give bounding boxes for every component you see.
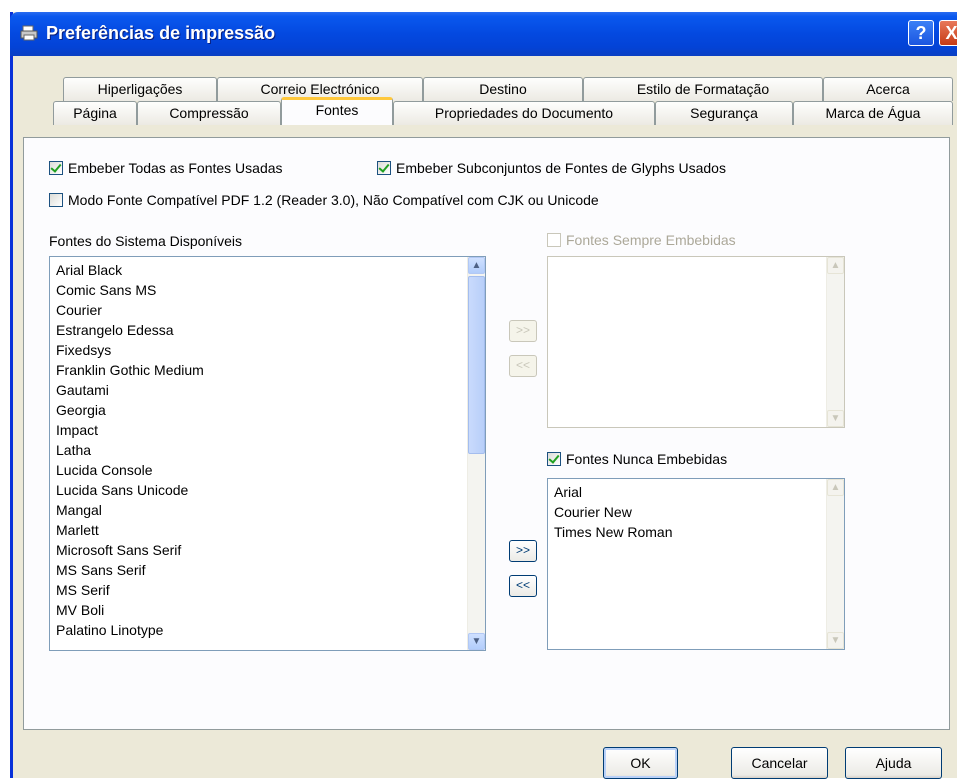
list-item[interactable]: Lucida Console bbox=[50, 460, 485, 480]
tab-marca-agua[interactable]: Marca de Água bbox=[793, 101, 953, 125]
list-item[interactable]: Latha bbox=[50, 440, 485, 460]
always-embedded-scrollbar[interactable]: ▲ ▼ bbox=[826, 257, 844, 427]
embed-all-checkbox[interactable] bbox=[49, 161, 63, 175]
list-item[interactable]: Fixedsys bbox=[50, 340, 485, 360]
list-item[interactable]: Microsoft Sans Serif bbox=[50, 540, 485, 560]
help-title-button[interactable]: ? bbox=[908, 20, 934, 46]
list-item[interactable]: Palatino Linotype bbox=[50, 620, 485, 640]
scroll-up-arrow-icon[interactable]: ▲ bbox=[827, 257, 844, 274]
list-item[interactable]: Times New Roman bbox=[548, 522, 844, 542]
tab-estilo-formatacao[interactable]: Estilo de Formatação bbox=[583, 77, 823, 101]
list-item[interactable]: Franklin Gothic Medium bbox=[50, 360, 485, 380]
embed-subsets-label: Embeber Subconjuntos de Fontes de Glyphs… bbox=[396, 160, 726, 176]
tab-seguranca[interactable]: Segurança bbox=[655, 101, 793, 125]
remove-always-embed-button[interactable]: << bbox=[509, 355, 537, 377]
always-embedded-checkbox[interactable] bbox=[547, 233, 561, 247]
ok-button[interactable]: OK bbox=[603, 747, 678, 779]
remove-never-embed-button[interactable]: << bbox=[509, 575, 537, 597]
tab-compressao[interactable]: Compressão bbox=[137, 101, 281, 125]
tab-strip: Hiperligações Correio Electrónico Destin… bbox=[13, 56, 957, 146]
embed-subsets-option[interactable]: Embeber Subconjuntos de Fontes de Glyphs… bbox=[377, 160, 726, 176]
never-embedded-option[interactable]: Fontes Nunca Embebidas bbox=[547, 451, 727, 467]
never-embedded-label: Fontes Nunca Embebidas bbox=[566, 451, 728, 467]
pdf12-mode-checkbox[interactable] bbox=[49, 193, 63, 207]
list-item[interactable]: Estrangelo Edessa bbox=[50, 320, 485, 340]
list-item[interactable]: Gautami bbox=[50, 380, 485, 400]
never-embedded-items: Arial Courier New Times New Roman bbox=[548, 479, 844, 542]
always-embedded-label: Fontes Sempre Embebidas bbox=[566, 232, 736, 248]
never-embedded-checkbox[interactable] bbox=[547, 452, 561, 466]
embed-all-label: Embeber Todas as Fontes Usadas bbox=[68, 160, 283, 176]
scroll-down-arrow-icon[interactable]: ▼ bbox=[827, 632, 844, 649]
embed-subsets-checkbox[interactable] bbox=[377, 161, 391, 175]
tab-destino[interactable]: Destino bbox=[423, 77, 583, 101]
title-bar[interactable]: Preferências de impressão ? X bbox=[10, 12, 957, 56]
help-button[interactable]: Ajuda bbox=[845, 747, 942, 779]
list-item[interactable]: Georgia bbox=[50, 400, 485, 420]
fontes-panel: Embeber Todas as Fontes Usadas Embeber S… bbox=[23, 137, 950, 730]
scroll-thumb[interactable] bbox=[468, 276, 485, 454]
available-fonts-list[interactable]: Arial Black Comic Sans MS Courier Estran… bbox=[49, 256, 486, 651]
print-preferences-window: Preferências de impressão ? X Hiperligaç… bbox=[10, 12, 957, 779]
add-always-embed-button[interactable]: >> bbox=[509, 320, 537, 342]
scroll-up-arrow-icon[interactable]: ▲ bbox=[827, 479, 844, 496]
window-title: Preferências de impressão bbox=[46, 23, 276, 43]
available-fonts-items: Arial Black Comic Sans MS Courier Estran… bbox=[50, 257, 485, 640]
embed-all-option[interactable]: Embeber Todas as Fontes Usadas bbox=[49, 160, 283, 176]
available-fonts-label: Fontes do Sistema Disponíveis bbox=[49, 233, 242, 249]
close-button[interactable]: X bbox=[939, 20, 957, 46]
never-embedded-list[interactable]: Arial Courier New Times New Roman ▲ ▼ bbox=[547, 478, 845, 650]
list-item[interactable]: Impact bbox=[50, 420, 485, 440]
scroll-down-arrow-icon[interactable]: ▼ bbox=[468, 633, 485, 650]
list-item[interactable]: MV Boli bbox=[50, 600, 485, 620]
list-item[interactable]: MS Serif bbox=[50, 580, 485, 600]
list-item[interactable]: Courier New bbox=[548, 502, 844, 522]
list-item[interactable]: MS Sans Serif bbox=[50, 560, 485, 580]
always-embedded-list[interactable]: ▲ ▼ bbox=[547, 256, 845, 428]
list-item[interactable]: Marlett bbox=[50, 520, 485, 540]
list-item[interactable]: Lucida Sans Unicode bbox=[50, 480, 485, 500]
tab-propriedades-documento[interactable]: Propriedades do Documento bbox=[393, 101, 655, 125]
tab-pagina[interactable]: Página bbox=[53, 101, 137, 125]
scroll-down-arrow-icon[interactable]: ▼ bbox=[827, 410, 844, 427]
list-item[interactable]: Courier bbox=[50, 300, 485, 320]
printer-icon bbox=[20, 25, 38, 41]
list-item[interactable]: Arial Black bbox=[50, 260, 485, 280]
tab-acerca[interactable]: Acerca bbox=[823, 77, 953, 101]
pdf12-mode-label: Modo Fonte Compatível PDF 1.2 (Reader 3.… bbox=[68, 192, 599, 208]
never-embedded-scrollbar[interactable]: ▲ ▼ bbox=[826, 479, 844, 649]
tab-hiperligacoes[interactable]: Hiperligações bbox=[63, 77, 217, 101]
available-fonts-scrollbar[interactable]: ▲ ▼ bbox=[467, 257, 485, 650]
list-item[interactable]: Mangal bbox=[50, 500, 485, 520]
list-item[interactable]: Arial bbox=[548, 482, 844, 502]
always-embedded-option[interactable]: Fontes Sempre Embebidas bbox=[547, 232, 736, 248]
tab-fontes[interactable]: Fontes bbox=[281, 97, 393, 125]
scroll-up-arrow-icon[interactable]: ▲ bbox=[468, 257, 485, 274]
add-never-embed-button[interactable]: >> bbox=[509, 540, 537, 562]
pdf12-mode-option[interactable]: Modo Fonte Compatível PDF 1.2 (Reader 3.… bbox=[49, 192, 599, 208]
list-item[interactable]: Comic Sans MS bbox=[50, 280, 485, 300]
cancel-button[interactable]: Cancelar bbox=[731, 747, 828, 779]
